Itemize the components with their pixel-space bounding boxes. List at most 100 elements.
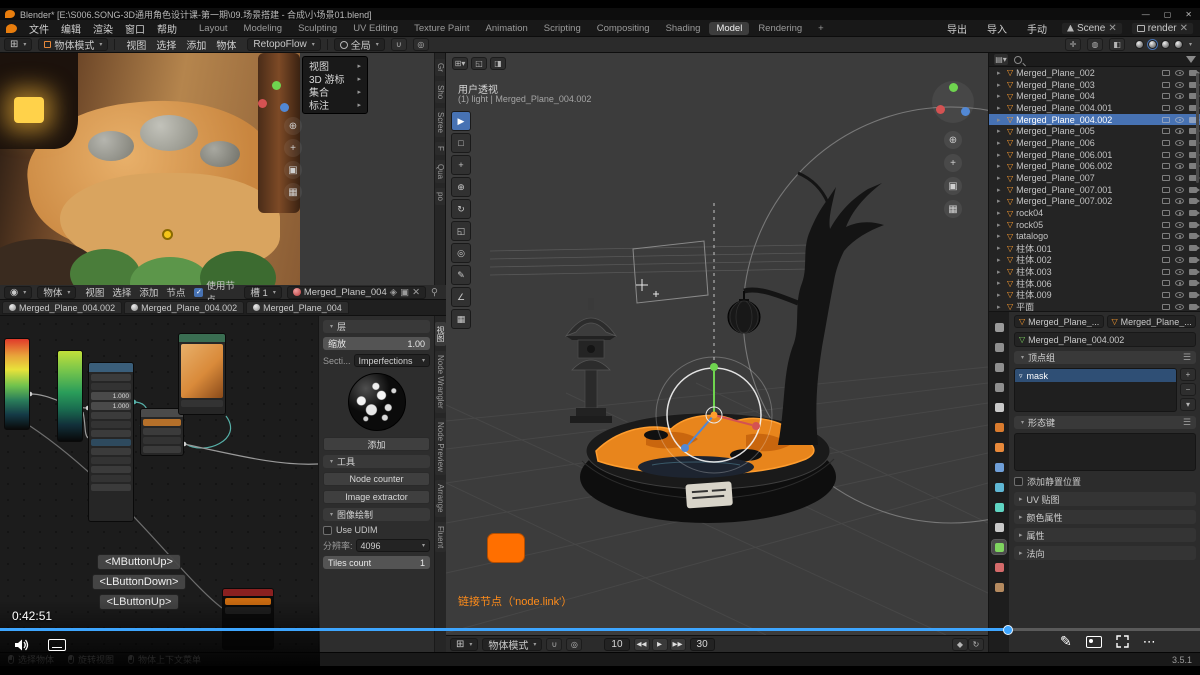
disclosure-icon[interactable]: ▸	[997, 81, 1004, 89]
timeline-marker-icon[interactable]: ◎	[566, 638, 582, 651]
viewport-mode-icon[interactable]: ◱	[471, 57, 487, 70]
expand-icon[interactable]	[1116, 635, 1129, 648]
outliner-editor-type-button[interactable]: ▤▾	[993, 53, 1009, 66]
disclosure-icon[interactable]: ▸	[997, 151, 1004, 159]
preview-zoom-icon[interactable]: ⊕	[284, 117, 302, 135]
properties-tab[interactable]	[992, 380, 1006, 394]
viewport-snap-icon[interactable]: ◨	[490, 57, 506, 70]
editor-type-button[interactable]: ⊞▾	[4, 38, 32, 51]
menu-item[interactable]: 渲染	[87, 21, 119, 36]
visibility-eye-icon[interactable]	[1175, 93, 1184, 99]
preview-ortho-icon[interactable]: ▦	[284, 183, 302, 201]
breadcrumb-item[interactable]: ▽ Merged_Plane_...	[1107, 315, 1197, 328]
workspace-tab[interactable]: Animation	[479, 22, 535, 35]
disclosure-icon[interactable]: ▸	[997, 69, 1004, 77]
frame-end-field[interactable]: 30	[690, 638, 715, 651]
render-camera-icon[interactable]	[1189, 257, 1197, 263]
material-tab[interactable]: Merged_Plane_004.002	[124, 301, 244, 314]
disclosure-icon[interactable]: ▸	[997, 221, 1004, 229]
outliner-row[interactable]: ▸ ▽ Merged_Plane_006.001	[989, 149, 1200, 161]
visibility-eye-icon[interactable]	[1175, 187, 1184, 193]
minimize-button[interactable]: —	[1142, 10, 1150, 19]
menu-item[interactable]: 编辑	[55, 21, 87, 36]
disclosure-icon[interactable]: ▸	[997, 139, 1004, 147]
shader-type-dropdown[interactable]: 物体▾	[37, 286, 76, 299]
view-layer-selector[interactable]: render ✕	[1131, 22, 1194, 35]
preview-sidebar-tab[interactable]: F	[435, 142, 446, 155]
image-paint-panel-header[interactable]: ▾图像绘制	[323, 508, 430, 521]
material-unlink-icon[interactable]: ✕	[412, 287, 420, 298]
tiles-count-slider[interactable]: Tiles count 1	[323, 556, 430, 569]
render-camera-icon[interactable]	[1189, 304, 1197, 310]
properties-tab[interactable]	[992, 540, 1006, 554]
workspace-tab[interactable]: Compositing	[590, 22, 657, 35]
visibility-eye-icon[interactable]	[1175, 105, 1184, 111]
viewport-nav-icon[interactable]: ▦	[944, 200, 962, 218]
selectable-icon[interactable]	[1162, 163, 1170, 169]
outliner-row[interactable]: ▸ ▽ Merged_Plane_007	[989, 172, 1200, 184]
proportional-edit-icon[interactable]: ◎	[413, 38, 429, 51]
properties-tab[interactable]	[992, 400, 1006, 414]
shading-material-icon[interactable]	[1161, 40, 1170, 49]
selectable-icon[interactable]	[1162, 93, 1170, 99]
render-camera-icon[interactable]	[1189, 198, 1197, 204]
menu-item[interactable]: 窗口	[119, 21, 151, 36]
selectable-icon[interactable]	[1162, 187, 1170, 193]
preview-sidebar-tab[interactable]: Gr	[435, 59, 446, 76]
import-menu[interactable]: 导入	[981, 21, 1013, 36]
outliner-row[interactable]: ▸ ▽ 柱体.006	[989, 277, 1200, 289]
rest-position-row[interactable]: 添加静置位置	[1014, 475, 1196, 488]
selectable-icon[interactable]	[1162, 117, 1170, 123]
render-preview-viewport[interactable]: ⊕ + ▣ ▦ 视图▸ 3D 游标▸ 集合▸	[0, 53, 446, 285]
disclosure-icon[interactable]: ▸	[997, 174, 1004, 182]
viewport-tool-button[interactable]: ✎	[451, 265, 471, 285]
add-layer-button[interactable]: 添加	[323, 437, 430, 451]
preview-sidebar-tab[interactable]: Sho	[435, 81, 446, 103]
disclosure-icon[interactable]: ▸	[997, 162, 1004, 170]
material-tab[interactable]: Merged_Plane_004.002	[2, 301, 122, 314]
subtitle-icon[interactable]	[48, 639, 66, 651]
workspace-tab[interactable]: UV Editing	[346, 22, 405, 35]
workspace-tab[interactable]: Modeling	[237, 22, 290, 35]
slot-dropdown[interactable]: 槽 1▾	[244, 286, 281, 299]
disclosure-icon[interactable]: ▸	[997, 116, 1004, 124]
disclosure-icon[interactable]: ▸	[997, 209, 1004, 217]
workspace-tab[interactable]: Scripting	[537, 22, 588, 35]
search-icon[interactable]	[1014, 56, 1022, 64]
sync-icon[interactable]: ↻	[968, 638, 984, 651]
transport-button[interactable]: ◀◀	[634, 638, 650, 651]
roughness-node[interactable]	[140, 408, 184, 456]
shading-solid-icon[interactable]	[1148, 40, 1157, 49]
visibility-eye-icon[interactable]	[1175, 163, 1184, 169]
snap-magnet-icon[interactable]: ∪	[391, 38, 407, 51]
visibility-eye-icon[interactable]	[1175, 257, 1184, 263]
outliner-row[interactable]: ▸ ▽ Merged_Plane_004	[989, 90, 1200, 102]
vertex-group-add-button[interactable]: +	[1180, 368, 1196, 381]
shader-editor-type-button[interactable]: ◉▾	[4, 286, 32, 299]
viewport-nav-icon[interactable]: ▣	[944, 177, 962, 195]
material-selector[interactable]: Merged_Plane_004 ◈ ▣ ✕	[287, 286, 426, 299]
shading-wireframe-icon[interactable]	[1135, 40, 1144, 49]
visibility-eye-icon[interactable]	[1175, 175, 1184, 181]
viewport-tool-button[interactable]: ▦	[451, 309, 471, 329]
render-camera-icon[interactable]	[1189, 187, 1197, 193]
workspace-tab[interactable]: Rendering	[751, 22, 809, 35]
visibility-eye-icon[interactable]	[1175, 82, 1184, 88]
visibility-eye-icon[interactable]	[1175, 233, 1184, 239]
viewport-tool-button[interactable]: ▶	[451, 111, 471, 131]
mode-dropdown[interactable]: 物体模式▾	[38, 38, 108, 51]
preview-sidebar-tab[interactable]: Qua	[435, 160, 446, 183]
selectable-icon[interactable]	[1162, 222, 1170, 228]
mesh-data-name-field[interactable]: ▽ Merged_Plane_004.002	[1014, 332, 1196, 347]
viewport-tool-button[interactable]: ⊕	[451, 177, 471, 197]
outliner-row[interactable]: ▸ ▽ Merged_Plane_007.001	[989, 184, 1200, 196]
outliner-row[interactable]: ▸ ▽ rock05	[989, 219, 1200, 231]
timeline-snap-icon[interactable]: ∪	[546, 638, 562, 651]
pencil-icon[interactable]: ✎	[1060, 633, 1072, 650]
timeline-mode-dropdown[interactable]: 物体模式▾	[482, 638, 542, 651]
scene-selector[interactable]: Scene ✕	[1061, 22, 1123, 35]
render-camera-icon[interactable]	[1189, 280, 1197, 286]
use-udim-checkbox[interactable]: Use UDIM	[323, 525, 430, 535]
vertex-groups-panel-header[interactable]: ▾顶点组 ☰	[1014, 351, 1196, 364]
shader-sidebar-tab[interactable]: Node Wrangler	[435, 351, 446, 413]
